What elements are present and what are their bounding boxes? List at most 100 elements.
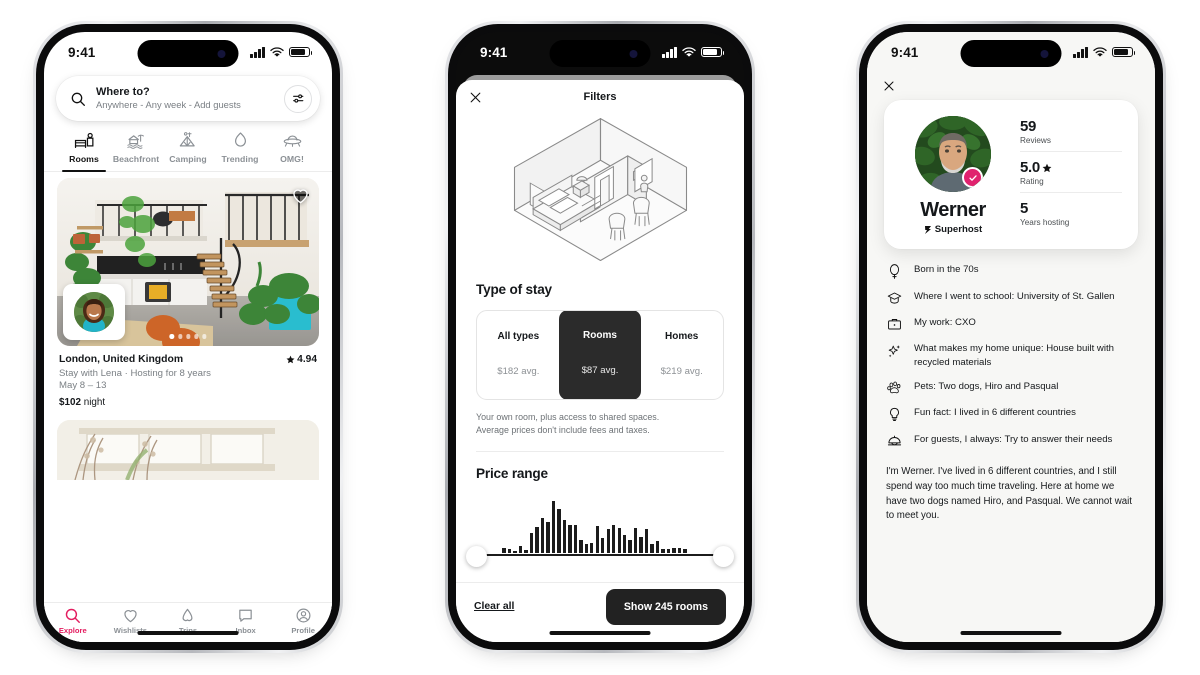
tab-profile[interactable]: Profile [277,607,329,635]
wifi-icon [1093,46,1107,56]
bell-service-icon [886,433,903,448]
stat-value: 59 [1020,118,1037,135]
segment-price: $219 avg. [660,366,703,377]
wifi-icon [270,46,284,56]
histogram-bar [633,527,638,553]
range-slider-track[interactable] [480,553,720,556]
histogram-bar [683,548,687,553]
range-slider-max-handle[interactable] [713,545,734,567]
bottom-tab-bar: Explore Wishlists Trips [44,602,332,642]
type-of-stay-note: Your own room, plus access to shared spa… [476,411,724,437]
search-bar[interactable]: Where to? Anywhere - Any week - Add gues… [56,76,320,121]
search-icon [66,608,81,623]
filters-sheet: Filters Type of stay All types $182 avg.… [456,80,744,642]
stat-reviews: 59 Reviews [1020,114,1122,151]
host-facts-list: Born in the 70s Where I went to school: … [867,249,1155,448]
fact-school: Where I went to school: University of St… [886,290,1136,305]
host-identity: Werner Superhost [898,114,1008,235]
sparkles-icon [886,342,903,358]
phone1-screen: 9:41 Where to? Anywhere - Any week - Add… [44,32,332,642]
category-tab-camping[interactable]: Camping [162,131,214,172]
histogram-bar [502,547,506,553]
histogram-bar [513,550,517,553]
listing-title-row: London, United Kingdom 4.94 [59,354,317,365]
search-text: Where to? Anywhere - Any week - Add gues… [96,86,274,111]
phone-mockup-filters: 9:41 Filters Type of stay All types $182… [445,21,755,653]
clear-all-button[interactable]: Clear all [474,601,514,612]
fact-fun-fact: Fun fact: I lived in 6 different countri… [886,406,1136,422]
host-bio: I'm Werner. I've lived in 6 different co… [886,466,1132,522]
histogram-bar [573,524,578,553]
range-slider-min-handle[interactable] [466,545,487,567]
histogram-bar [661,548,665,553]
battery-icon [289,46,313,58]
category-tab-rooms[interactable]: Rooms [58,131,110,172]
search-icon [71,92,85,106]
close-x-icon[interactable] [469,91,482,104]
stat-years-hosting: 5 Years hosting [1020,192,1122,233]
histogram-bar [617,527,621,553]
histogram-bar [666,548,671,553]
histogram-bar [540,517,545,553]
histogram-bar [546,521,550,553]
lightbulb-icon [886,406,903,422]
close-x-icon[interactable] [883,80,895,92]
fact-work: My work: CXO [886,316,1136,331]
star-icon [1042,163,1052,172]
host-name: Werner [920,199,986,221]
type-of-stay-section: Type of stay All types $182 avg. Rooms $… [456,282,744,437]
histogram-bar [557,508,561,553]
listing-photo[interactable] [57,178,319,346]
histogram-bar [628,539,632,553]
isometric-room-illustration [456,114,744,282]
fact-text: For guests, I always: Try to answer thei… [914,434,1113,446]
flame-icon [234,132,246,147]
segment-rooms[interactable]: Rooms $87 avg. [558,311,642,399]
message-bubble-icon [239,609,252,622]
category-label: OMG! [280,154,304,164]
heart-icon[interactable] [291,186,310,205]
carousel-dots[interactable] [169,334,207,339]
phone-mockup-host-profile: 9:41 Werner Superhost 59 Reviews 5.0 Rat… [856,21,1166,653]
histogram-bar [579,539,583,553]
histogram-bar [568,524,572,553]
histogram-bar [655,540,660,553]
listing-photo-next[interactable] [57,419,319,480]
airbnb-belo-icon [182,608,193,622]
price-range-heading: Price range [476,465,548,481]
category-active-underline [62,170,106,172]
category-tab-trending[interactable]: Trending [214,131,266,172]
listing-price-unit: night [83,396,106,408]
wifi-icon [682,46,696,56]
listing-card[interactable]: London, United Kingdom 4.94 Stay with Le… [44,172,332,480]
tab-explore[interactable]: Explore [47,607,99,635]
home-indicator [960,630,1062,635]
battery-icon [701,46,725,58]
stat-value-row: 5.0 [1020,159,1122,176]
superhost-label: Superhost [934,224,983,235]
star-icon [286,355,295,364]
explore-screen-body: Where to? Anywhere - Any week - Add gues… [44,76,332,642]
segment-label: All types [497,331,540,342]
segment-all-types[interactable]: All types $182 avg. [477,311,560,399]
heart-icon [124,610,137,623]
fact-text: Where I went to school: University of St… [914,291,1115,302]
listing-rating-value: 4.94 [297,354,317,365]
stat-label: Rating [1020,177,1044,186]
filter-button[interactable] [284,84,312,113]
category-tab-omg[interactable]: OMG! [266,131,318,172]
stat-value: 5.0 [1020,159,1040,176]
segment-homes[interactable]: Homes $219 avg. [640,311,723,399]
host-avatar-lena [74,292,114,332]
category-tab-beachfront[interactable]: Beachfront [110,131,162,172]
histogram-bar [644,528,649,553]
dynamic-island [549,40,651,67]
phone-mockup-explore: 9:41 Where to? Anywhere - Any week - Add… [33,21,343,653]
histogram-bar [529,532,534,553]
omg-ufo-icon [283,135,301,147]
bed-room-icon [74,132,94,149]
user-circle-icon [296,608,311,623]
show-results-button[interactable]: Show 245 rooms [605,588,726,625]
note-line-1: Your own room, plus access to shared spa… [476,412,660,422]
note-line-2: Average prices don't include fees and ta… [476,424,650,435]
